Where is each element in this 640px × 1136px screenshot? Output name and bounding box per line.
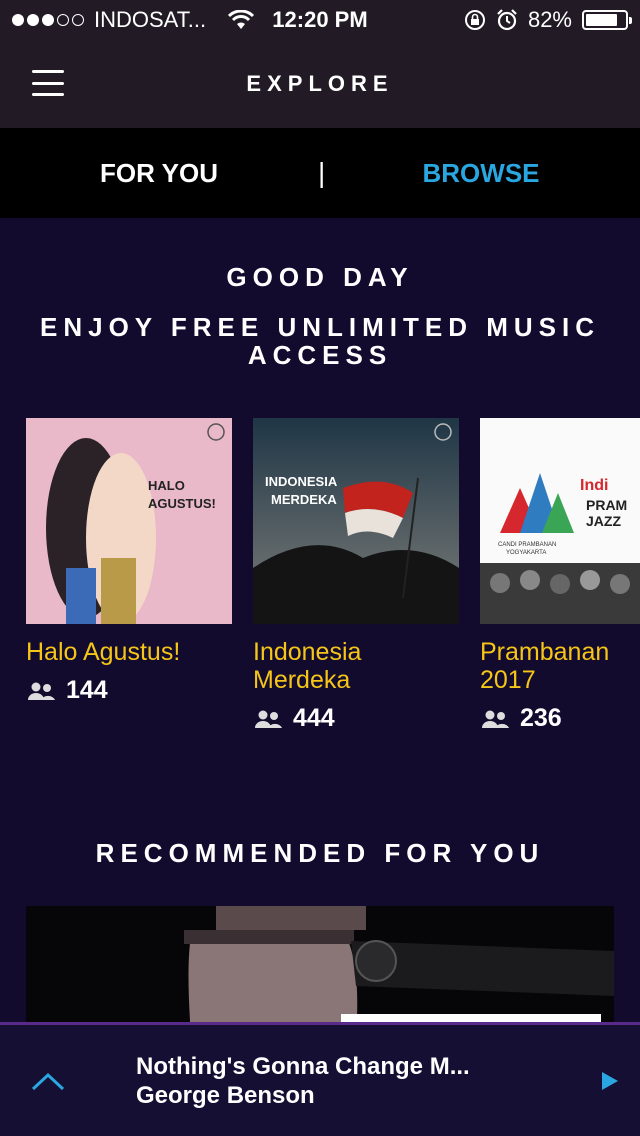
main-content: GOOD DAY ENJOY FREE UNLIMITED MUSIC ACCE…: [0, 218, 640, 1026]
wifi-icon: [228, 10, 255, 29]
expand-player-chevron-up-icon[interactable]: [0, 1071, 96, 1091]
playlist-title-line-1: Prambanan: [480, 638, 610, 666]
playlist-carousel[interactable]: HALO AGUSTUS! Halo Agustus! 144 INDONESI…: [26, 418, 640, 748]
play-icon[interactable]: [580, 1071, 640, 1091]
followers-count: 236: [520, 704, 562, 732]
followers-icon: [482, 710, 509, 728]
followers-icon: [255, 710, 282, 728]
playlist-title-line-2: Merdeka: [253, 666, 351, 694]
alarm-icon: [497, 9, 517, 31]
cover-text-line-2: AGUSTUS!: [148, 496, 216, 511]
cover-text-line-5: YOGYAKARTA: [506, 550, 546, 556]
playlist-followers: 444: [253, 704, 459, 733]
playlist-followers: 144: [26, 676, 232, 705]
now-playing-info: Nothing's Gonna Change M... George Benso…: [96, 1052, 580, 1110]
now-playing-bar[interactable]: Nothing's Gonna Change M... George Benso…: [0, 1022, 640, 1136]
recommended-title: RECOMMENDED FOR YOU: [95, 838, 545, 868]
cover-text-line-4: CANDI PRAMBANAN: [498, 542, 556, 548]
battery-icon: [582, 10, 632, 30]
cover-text-line-2: MERDEKA: [271, 492, 337, 507]
rotation-lock-icon: [464, 10, 485, 30]
signal-strength-icon: [12, 14, 84, 26]
status-left: INDOSAT...: [12, 7, 464, 33]
cover-text-line-2: PRAM: [586, 497, 627, 513]
playlist-followers: 236: [480, 704, 640, 733]
followers-count: 144: [66, 676, 108, 704]
hamburger-menu-icon[interactable]: [32, 70, 64, 96]
carrier-name: INDOSAT...: [94, 7, 207, 32]
followers-count: 444: [293, 704, 335, 732]
playlist-card-halo-agustus[interactable]: HALO AGUSTUS! Halo Agustus! 144: [26, 418, 232, 748]
playlist-cover: HALO AGUSTUS!: [26, 418, 232, 624]
playlist-cover: Indi PRAM JAZZ CANDI PRAMBANAN YOGYAKART…: [480, 418, 640, 624]
nav-bar: EXPLORE: [0, 40, 640, 128]
playlist-card-prambanan-2017[interactable]: Indi PRAM JAZZ CANDI PRAMBANAN YOGYAKART…: [480, 418, 640, 748]
playlist-title-line-1: Indonesia: [253, 638, 362, 666]
cover-text-line-1: INDONESIA: [265, 474, 338, 489]
cover-text-line-1: Indi: [580, 477, 608, 494]
playlist-card-indonesia-merdeka[interactable]: INDONESIA MERDEKA Indonesia Merdeka 444: [253, 418, 459, 748]
cover-text-line-1: HALO: [148, 478, 185, 493]
battery-percent: 82%: [527, 7, 572, 32]
subheading: ENJOY FREE UNLIMITED MUSIC ACCESS: [39, 312, 600, 370]
status-bar: INDOSAT... 12:20 PM 82%: [0, 0, 640, 40]
tab-for-you[interactable]: FOR YOU: [0, 158, 318, 189]
tab-bar: FOR YOU | BROWSE: [0, 128, 640, 218]
playlist-title-line-2: 2017: [480, 666, 536, 694]
recommended-banner[interactable]: [26, 906, 614, 1026]
tab-browse[interactable]: BROWSE: [322, 158, 640, 189]
cover-text-line-3: JAZZ: [586, 513, 621, 529]
playlist-title: Halo Agustus!: [26, 638, 181, 666]
playlist-cover: INDONESIA MERDEKA: [253, 418, 459, 624]
followers-icon: [28, 682, 55, 700]
status-right: 82%: [464, 7, 632, 33]
now-playing-song: Nothing's Gonna Change M...: [136, 1052, 470, 1080]
now-playing-artist: George Benson: [136, 1081, 315, 1109]
greeting: GOOD DAY: [226, 262, 414, 292]
page-title: EXPLORE: [246, 71, 394, 96]
